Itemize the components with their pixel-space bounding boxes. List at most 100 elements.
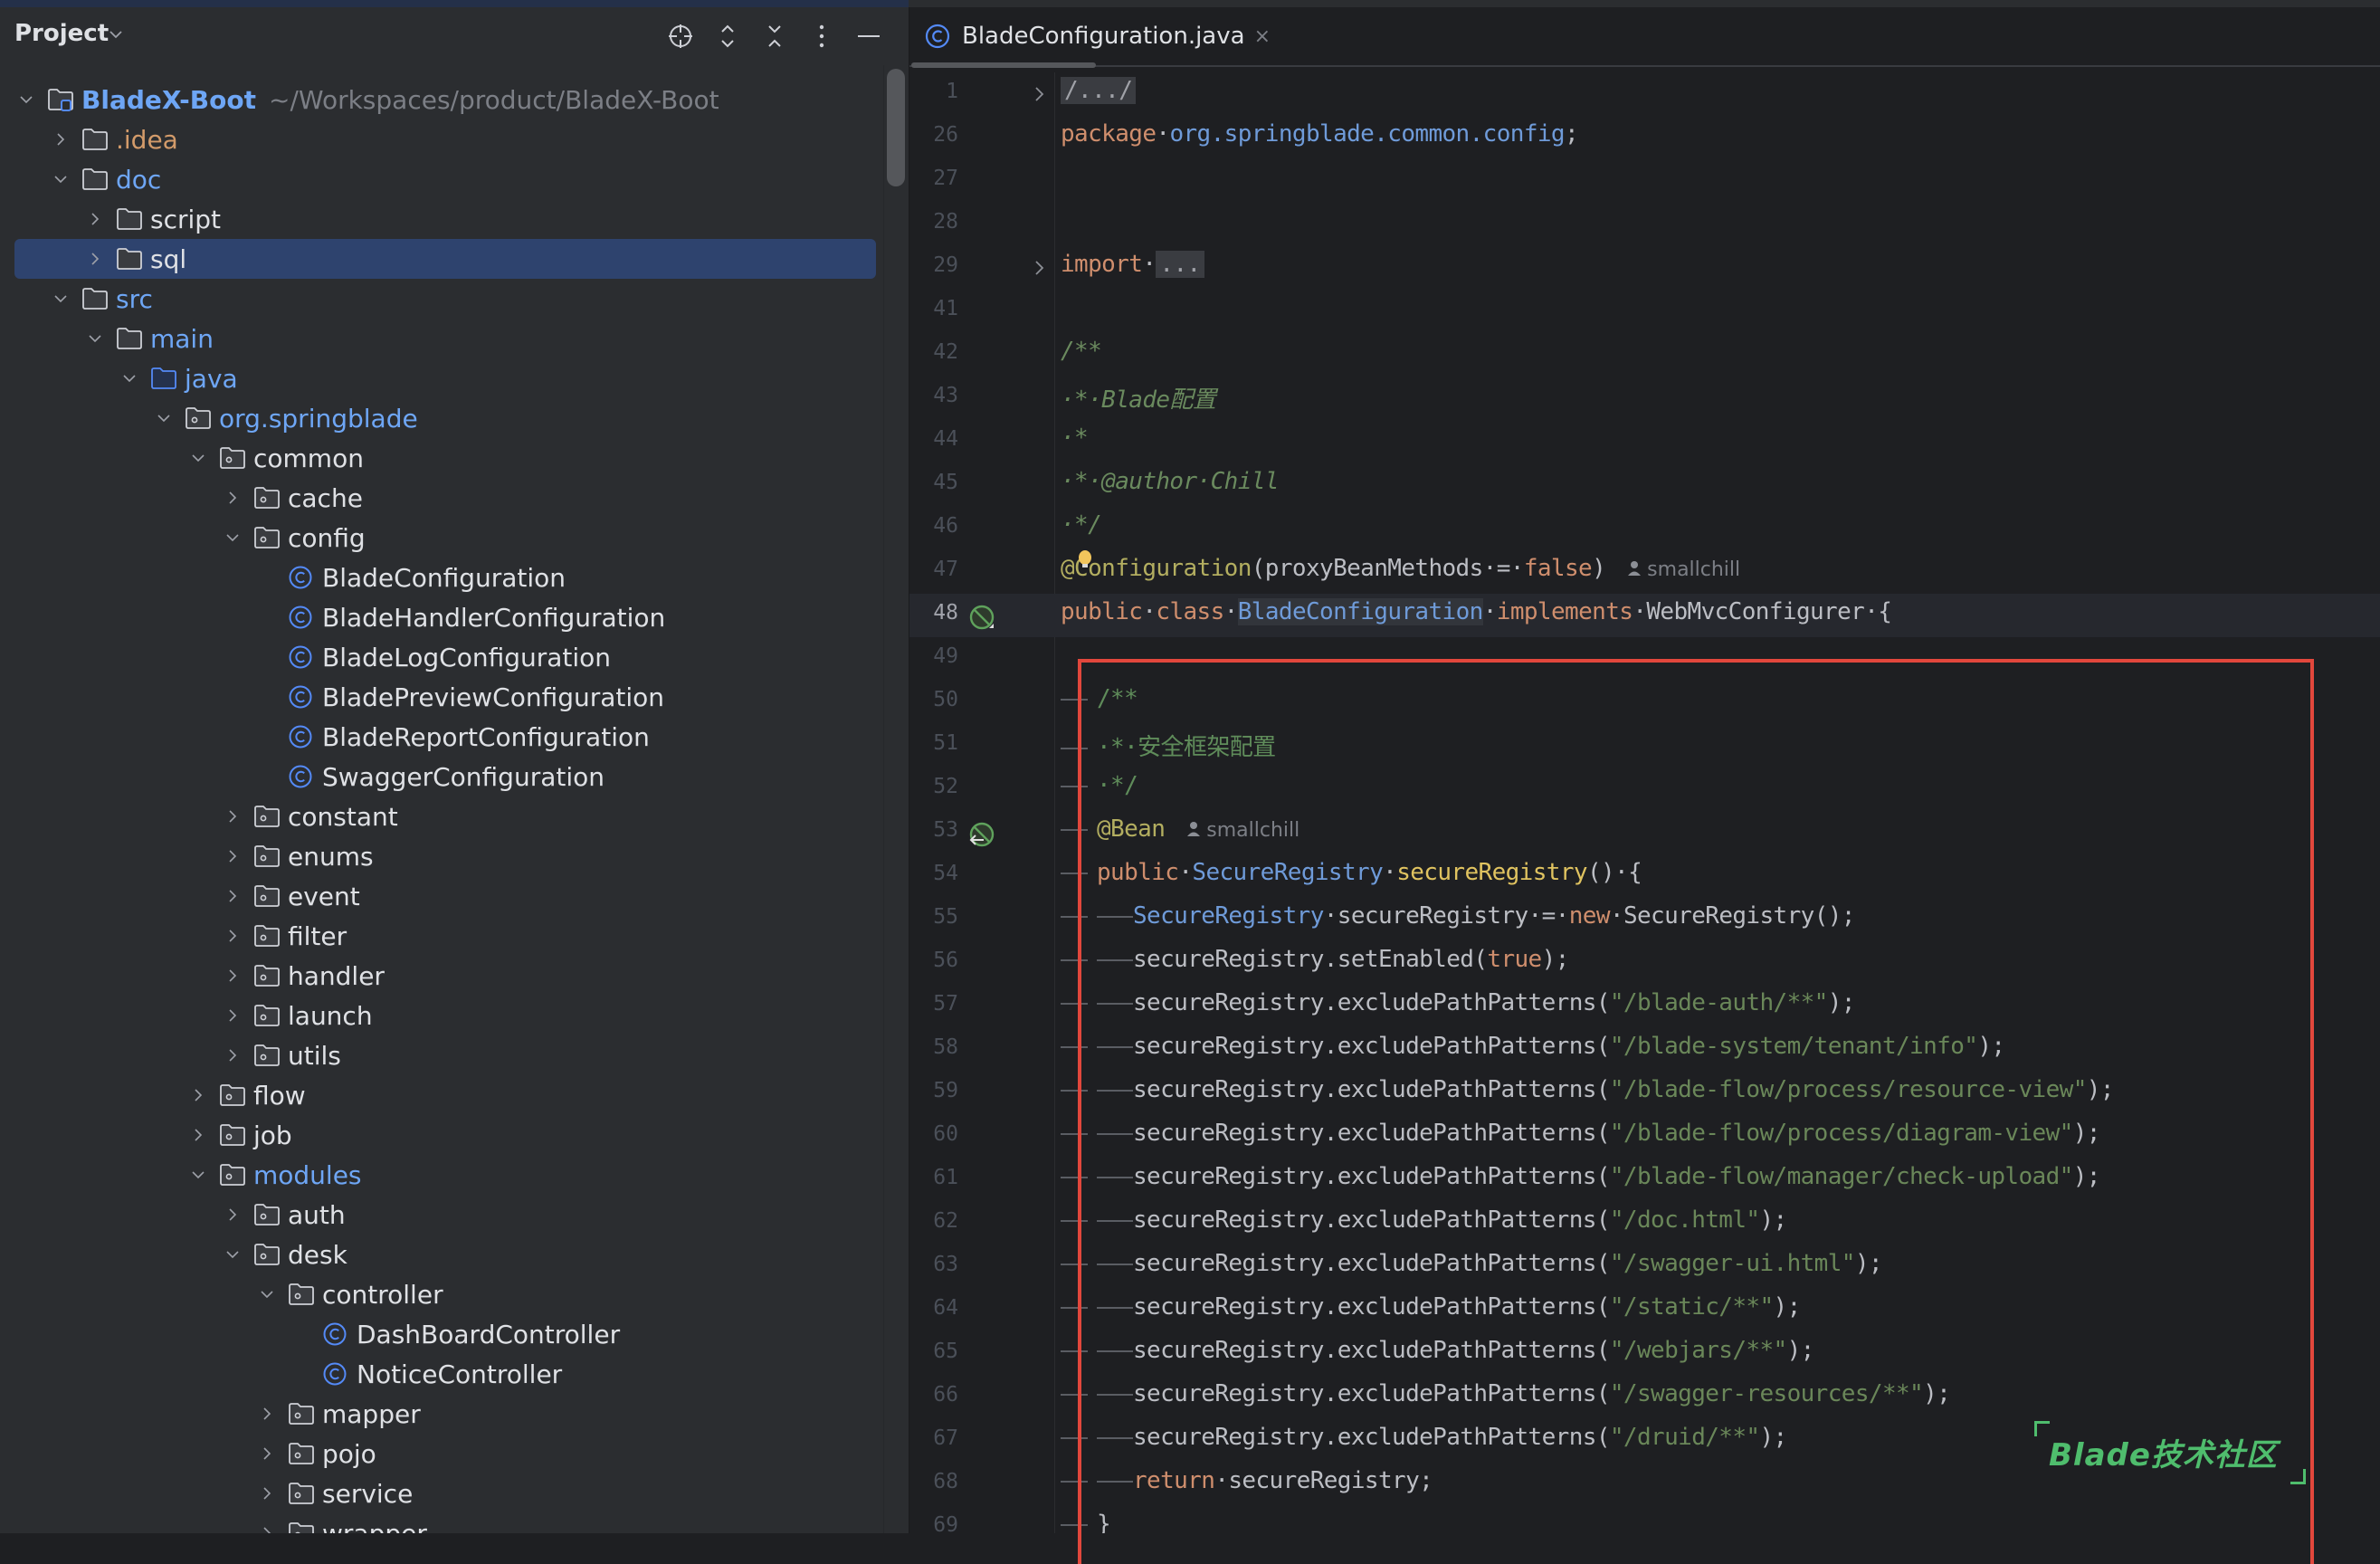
- tree-item[interactable]: controller: [0, 1274, 883, 1314]
- tree-item[interactable]: doc: [0, 159, 883, 199]
- line-number[interactable]: 67: [909, 1426, 958, 1450]
- tree-item[interactable]: DashBoardController: [0, 1314, 883, 1354]
- code-author-hint[interactable]: smallchill: [1186, 819, 1299, 842]
- project-title[interactable]: Project: [14, 20, 109, 47]
- line-number[interactable]: 54: [909, 862, 958, 885]
- code-line[interactable]: 64 secureRegistry.excludePathPatterns("/s…: [909, 1289, 2380, 1332]
- code-line[interactable]: 42 /**: [909, 333, 2380, 377]
- code-line[interactable]: 58 secureRegistry.excludePathPatterns("/b…: [909, 1028, 2380, 1072]
- line-number[interactable]: 58: [909, 1035, 958, 1059]
- code-line[interactable]: 28: [909, 203, 2380, 246]
- code-line[interactable]: 1 /.../: [909, 72, 2380, 116]
- code-line[interactable]: 52 ·*/: [909, 768, 2380, 811]
- tree-item[interactable]: job: [0, 1115, 883, 1155]
- sidebar-scrollbar[interactable]: [883, 65, 909, 1533]
- tree-item[interactable]: cache: [0, 478, 883, 518]
- tree-item[interactable]: BladePreviewConfiguration: [0, 677, 883, 717]
- code-line[interactable]: 57 secureRegistry.excludePathPatterns("/b…: [909, 985, 2380, 1028]
- line-number[interactable]: 46: [909, 514, 958, 538]
- code-lines[interactable]: 1/.../26 package·org.springblade.common.c…: [909, 72, 2380, 1533]
- line-number[interactable]: 48: [909, 601, 958, 625]
- tree-item[interactable]: java: [0, 358, 883, 398]
- chevron-down-icon[interactable]: [107, 25, 125, 43]
- tree-item[interactable]: config: [0, 518, 883, 558]
- tree-item[interactable]: .idea: [0, 119, 883, 159]
- chevron-right-icon[interactable]: [223, 1205, 243, 1225]
- chevron-down-icon[interactable]: [188, 1165, 208, 1185]
- chevron-right-icon[interactable]: [51, 129, 71, 149]
- line-number[interactable]: 52: [909, 775, 958, 798]
- code-line[interactable]: 51 ·*·安全框架配置: [909, 724, 2380, 768]
- line-number[interactable]: 55: [909, 905, 958, 929]
- code-editor[interactable]: BladeConfiguration.java × 1 /.../ 26 packag…: [909, 7, 2380, 1533]
- line-number[interactable]: 45: [909, 471, 958, 494]
- spring-bean-navigate-icon[interactable]: [966, 818, 998, 851]
- tree-item[interactable]: common: [0, 438, 883, 478]
- intention-bulb-icon[interactable]: [1077, 549, 1093, 569]
- line-number[interactable]: 57: [909, 992, 958, 1016]
- code-line[interactable]: 50 /**: [909, 681, 2380, 724]
- chevron-down-icon[interactable]: [257, 1284, 277, 1304]
- chevron-right-icon[interactable]: [223, 806, 243, 826]
- chevron-right-icon[interactable]: [223, 1006, 243, 1025]
- line-number[interactable]: 28: [909, 210, 958, 234]
- code-line[interactable]: 65 secureRegistry.excludePathPatterns("/w…: [909, 1332, 2380, 1376]
- line-number[interactable]: 68: [909, 1470, 958, 1493]
- line-number[interactable]: 61: [909, 1166, 958, 1189]
- code-line[interactable]: 29 import·...: [909, 246, 2380, 290]
- chevron-down-icon[interactable]: [51, 289, 71, 309]
- sidebar-scrollbar-thumb[interactable]: [887, 69, 905, 186]
- tree-item[interactable]: modules: [0, 1155, 883, 1195]
- line-number[interactable]: 29: [909, 253, 958, 277]
- tree-item[interactable]: BladeReportConfiguration: [0, 717, 883, 757]
- chevron-down-icon[interactable]: [223, 1245, 243, 1264]
- line-number[interactable]: 51: [909, 731, 958, 755]
- line-number[interactable]: 47: [909, 558, 958, 581]
- chevron-down-icon[interactable]: [16, 90, 36, 110]
- tree-item[interactable]: BladeConfiguration: [0, 558, 883, 597]
- line-number[interactable]: 63: [909, 1253, 958, 1276]
- tree-item[interactable]: pojo: [0, 1434, 883, 1473]
- tree-item[interactable]: sql: [14, 239, 876, 279]
- chevron-down-icon[interactable]: [188, 448, 208, 468]
- tree-item[interactable]: enums: [0, 836, 883, 876]
- line-number[interactable]: 66: [909, 1383, 958, 1407]
- tree-item[interactable]: BladeLogConfiguration: [0, 637, 883, 677]
- spring-bean-icon[interactable]: [966, 601, 998, 634]
- fold-expand-icon[interactable]: [1032, 257, 1048, 279]
- code-line[interactable]: 55 SecureRegistry·secureRegistry·=·new·Se…: [909, 898, 2380, 941]
- chevron-right-icon[interactable]: [223, 966, 243, 986]
- tree-item[interactable]: mapper: [0, 1394, 883, 1434]
- code-token[interactable]: /.../: [1061, 77, 1137, 104]
- fold-expand-icon[interactable]: [1032, 83, 1048, 105]
- line-number[interactable]: 50: [909, 688, 958, 711]
- chevron-right-icon[interactable]: [85, 249, 105, 269]
- code-line[interactable]: 43 ·*·Blade配置: [909, 377, 2380, 420]
- chevron-right-icon[interactable]: [223, 488, 243, 508]
- line-number[interactable]: 44: [909, 427, 958, 451]
- project-tree[interactable]: BladeX-Boot ~/Workspaces/product/BladeX-B…: [0, 80, 883, 1533]
- tree-item[interactable]: script: [0, 199, 883, 239]
- chevron-right-icon[interactable]: [223, 886, 243, 906]
- code-line[interactable]: 63 secureRegistry.excludePathPatterns("/s…: [909, 1245, 2380, 1289]
- chevron-right-icon[interactable]: [188, 1125, 208, 1145]
- tree-item[interactable]: service: [0, 1473, 883, 1513]
- code-line[interactable]: 61 secureRegistry.excludePathPatterns("/b…: [909, 1159, 2380, 1202]
- tree-item[interactable]: handler: [0, 956, 883, 996]
- tree-item[interactable]: SwaggerConfiguration: [0, 757, 883, 796]
- code-line[interactable]: 54 public·SecureRegistry·secureRegistry()…: [909, 854, 2380, 898]
- tree-item[interactable]: NoticeController: [0, 1354, 883, 1394]
- code-author-hint[interactable]: smallchill: [1627, 558, 1740, 581]
- tree-item[interactable]: wrapper: [0, 1513, 883, 1533]
- tree-item[interactable]: BladeX-Boot ~/Workspaces/product/BladeX-B…: [0, 80, 883, 119]
- line-number[interactable]: 49: [909, 644, 958, 668]
- collapse-all-button[interactable]: [758, 20, 791, 52]
- line-number[interactable]: 27: [909, 167, 958, 190]
- code-token[interactable]: ...: [1156, 251, 1204, 278]
- tab-blade-configuration[interactable]: BladeConfiguration.java ×: [917, 7, 1278, 65]
- chevron-down-icon[interactable]: [223, 528, 243, 548]
- tree-item[interactable]: src: [0, 279, 883, 319]
- tree-item[interactable]: constant: [0, 796, 883, 836]
- line-number[interactable]: 43: [909, 384, 958, 407]
- line-number[interactable]: 64: [909, 1296, 958, 1320]
